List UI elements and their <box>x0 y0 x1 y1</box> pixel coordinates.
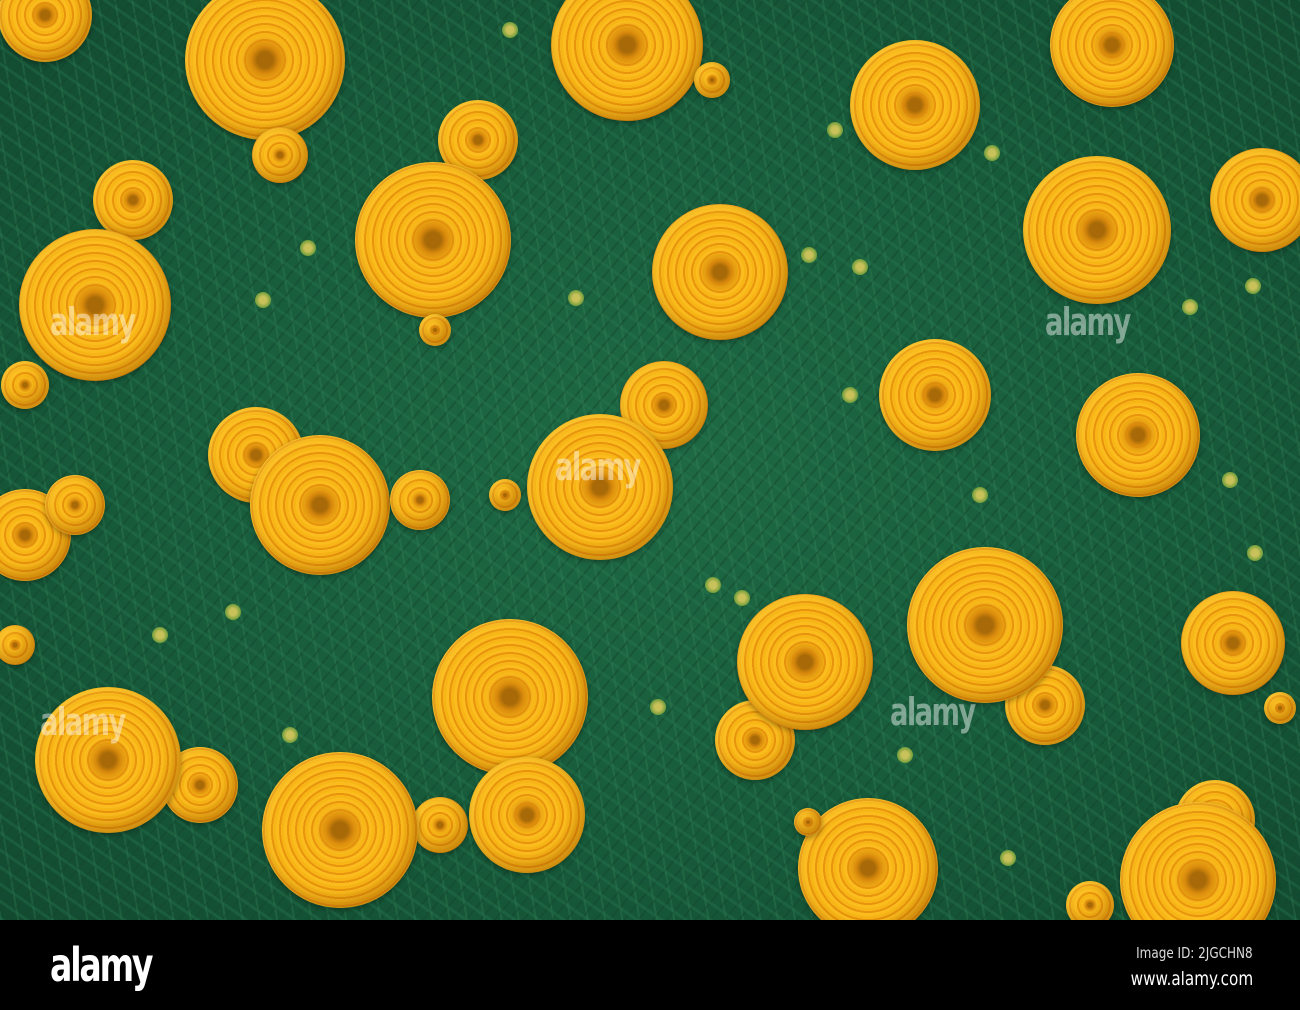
marigold-flower <box>850 40 980 170</box>
marigold-flower <box>1210 148 1300 252</box>
flower-bud <box>1222 472 1238 488</box>
flower-bud <box>705 577 721 593</box>
marigold-flower <box>1264 692 1296 724</box>
flower-bud <box>300 240 316 256</box>
marigold-photo: alamy alamy alamy alamy alamy <box>0 0 1300 920</box>
marigold-flower <box>879 339 991 451</box>
marigold-flower <box>45 475 105 535</box>
marigold-flower <box>794 808 822 836</box>
flower-bud <box>801 247 817 263</box>
flower-bud <box>827 122 843 138</box>
alamy-watermark: alamy <box>40 700 126 744</box>
marigold-flower <box>737 594 873 730</box>
marigold-flower <box>93 160 173 240</box>
flower-bud <box>1000 850 1016 866</box>
flower-bud <box>152 627 168 643</box>
marigold-flower <box>0 0 92 62</box>
watermark-footer: alamy Image ID: 2JGCHN8 www.alamy.com <box>0 920 1300 1010</box>
flower-bud <box>1182 299 1198 315</box>
marigold-flower <box>1050 0 1174 107</box>
alamy-watermark: alamy <box>1045 300 1131 344</box>
marigold-flower <box>551 0 703 121</box>
flower-bud <box>502 22 518 38</box>
flower-bud <box>1247 545 1263 561</box>
flower-bud <box>568 290 584 306</box>
flower-bud <box>852 259 868 275</box>
alamy-watermark: alamy <box>50 300 136 344</box>
flower-bud <box>255 292 271 308</box>
marigold-flower <box>252 127 308 183</box>
flower-bud <box>225 604 241 620</box>
flower-bud <box>972 487 988 503</box>
marigold-flower <box>412 797 468 853</box>
flower-bud <box>282 727 298 743</box>
marigold-flower <box>469 757 585 873</box>
marigold-flower <box>419 314 451 346</box>
marigold-flower <box>185 0 345 140</box>
image-id: Image ID: 2JGCHN8 <box>1136 944 1253 962</box>
alamy-watermark: alamy <box>890 690 976 734</box>
flower-bud <box>650 699 666 715</box>
alamy-watermark: alamy <box>555 445 641 489</box>
marigold-flower <box>652 204 788 340</box>
flower-bud <box>734 590 750 606</box>
marigold-flower <box>1023 156 1171 304</box>
marigold-flower <box>250 435 390 575</box>
site-url: www.alamy.com <box>1130 968 1253 990</box>
alamy-logo: alamy <box>50 938 154 992</box>
flower-bud <box>897 747 913 763</box>
flower-bud <box>1245 278 1261 294</box>
flower-bud <box>842 387 858 403</box>
marigold-flower <box>1066 881 1114 920</box>
marigold-flower <box>694 62 730 98</box>
marigold-flower <box>1076 373 1200 497</box>
marigold-flower <box>432 619 588 775</box>
marigold-flower <box>1181 591 1285 695</box>
marigold-flower <box>390 470 450 530</box>
flower-bud <box>984 145 1000 161</box>
marigold-flower <box>1 361 49 409</box>
marigold-flower <box>355 162 511 318</box>
marigold-flower <box>0 625 35 665</box>
marigold-flower <box>489 479 521 511</box>
marigold-flower <box>262 752 418 908</box>
marigold-flower <box>907 547 1063 703</box>
